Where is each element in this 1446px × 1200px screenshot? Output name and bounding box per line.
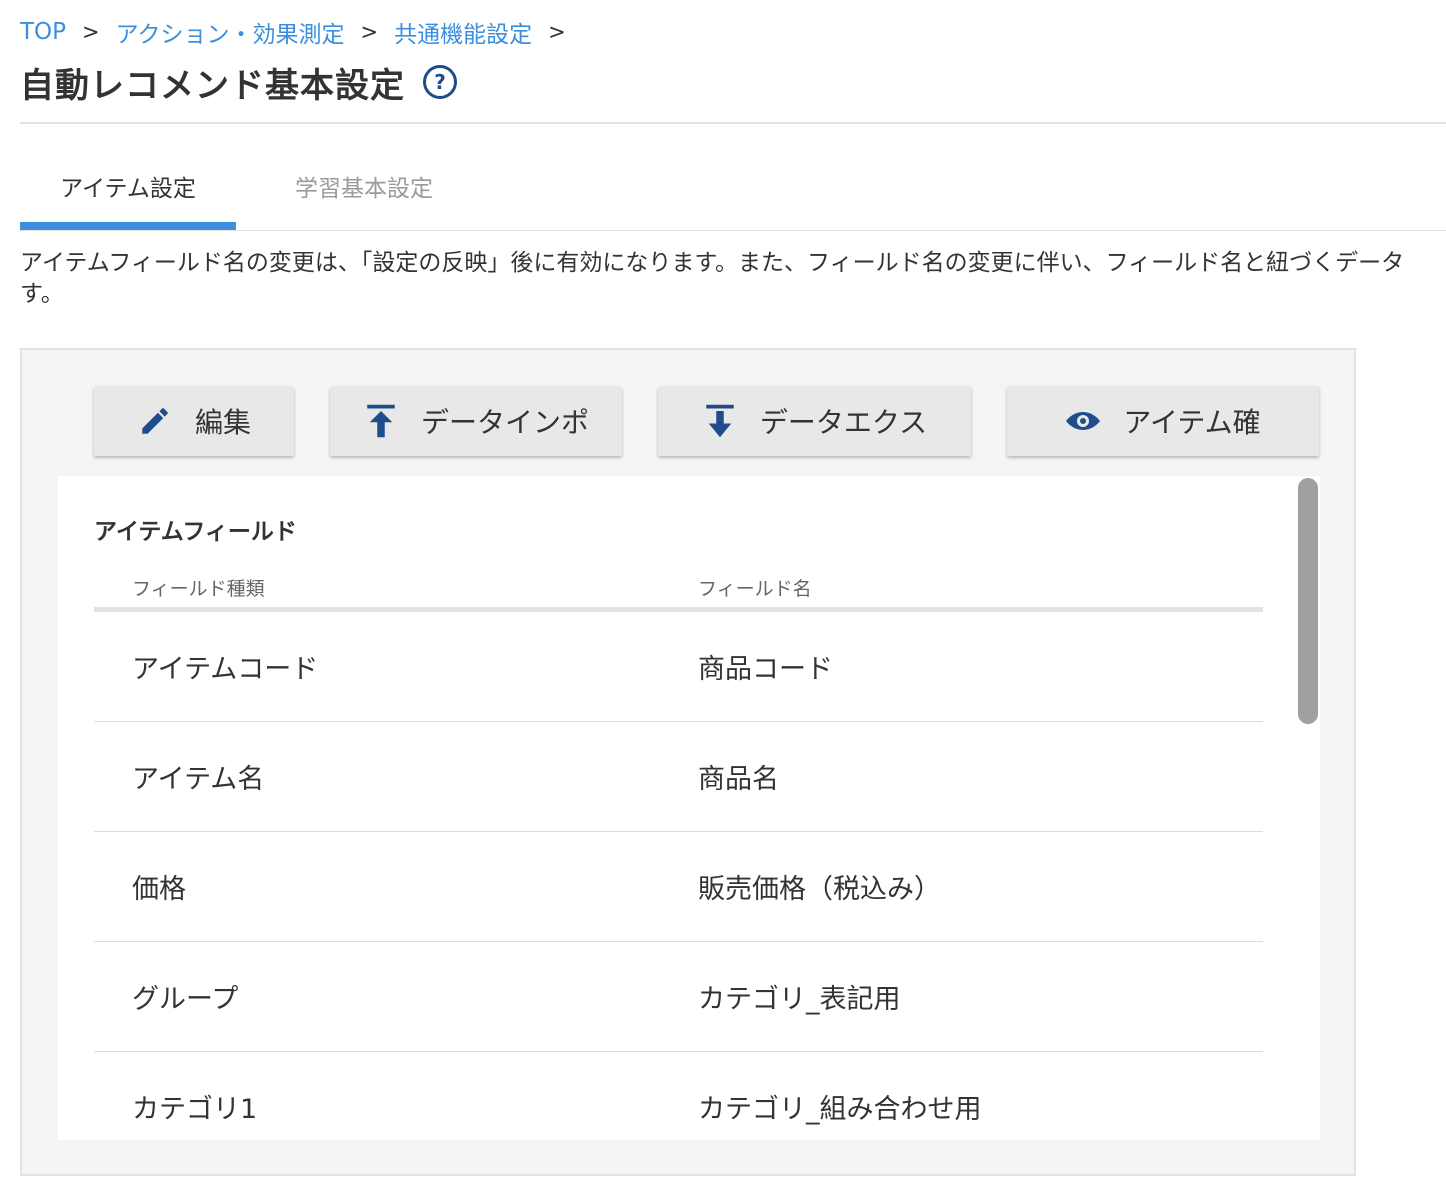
field-name-cell: 商品コード (698, 654, 833, 685)
eye-icon (1065, 403, 1101, 439)
data-export-button-label: データエクス (759, 406, 928, 439)
field-name-cell: 商品名 (698, 764, 779, 795)
field-type-cell: 価格 (132, 874, 186, 905)
data-export-button[interactable]: データエクス (658, 386, 971, 456)
edit-button[interactable]: 編集 (94, 386, 294, 456)
data-import-button-label: データインポ (420, 406, 589, 439)
field-type-cell: アイテム名 (132, 764, 265, 795)
upload-icon (363, 403, 399, 439)
field-table-body: アイテムコード 商品コード アイテム名 商品名 価格 販売価格（税込み） グルー… (94, 612, 1263, 1140)
item-confirm-button-label: アイテム確 (1123, 406, 1261, 439)
scrollbar-thumb[interactable] (1298, 478, 1318, 724)
title-row: 自動レコメンド基本設定 ? (20, 58, 457, 106)
tabs-divider (20, 230, 1446, 231)
page: TOP > アクション・効果測定 > 共通機能設定 > 自動レコメンド基本設定 … (0, 0, 1446, 1200)
active-tab-indicator (20, 222, 236, 230)
table-row: 価格 販売価格（税込み） (94, 832, 1263, 942)
table-row: アイテム名 商品名 (94, 722, 1263, 832)
field-type-cell: カテゴリ1 (132, 1094, 258, 1125)
title-divider (20, 122, 1446, 124)
download-icon (702, 403, 738, 439)
field-name-cell: カテゴリ_表記用 (698, 984, 901, 1015)
page-title: 自動レコメンド基本設定 (20, 65, 405, 106)
tab-bar: アイテム設定 学習基本設定 (20, 140, 1446, 232)
table-row: カテゴリ1 カテゴリ_組み合わせ用 (94, 1052, 1263, 1140)
breadcrumb-top-link[interactable]: TOP (20, 19, 66, 45)
table-row: グループ カテゴリ_表記用 (94, 942, 1263, 1052)
item-confirm-button[interactable]: アイテム確 (1007, 386, 1319, 456)
breadcrumb: TOP > アクション・効果測定 > 共通機能設定 > (20, 16, 582, 48)
field-type-cell: アイテムコード (132, 654, 319, 685)
breadcrumb-separator: > (360, 20, 379, 44)
data-import-button[interactable]: データインポ (330, 386, 622, 456)
breadcrumb-common-settings-link[interactable]: 共通機能設定 (394, 15, 532, 49)
notice-line-2: す。 (20, 281, 64, 307)
settings-panel: 編集 データインポ データエクス アイテム確 アイテムフィールド フィールド種類… (20, 348, 1356, 1176)
field-name-cell: カテゴリ_組み合わせ用 (698, 1094, 982, 1125)
notice-line-1: アイテムフィールド名の変更は、「設定の反映」後に有効になります。また、フィールド… (20, 250, 1405, 276)
pencil-icon (137, 403, 173, 439)
section-title: アイテムフィールド (94, 519, 297, 545)
help-icon[interactable]: ? (423, 65, 457, 99)
breadcrumb-separator: > (82, 20, 100, 44)
field-name-cell: 販売価格（税込み） (698, 874, 941, 905)
table-row: アイテムコード 商品コード (94, 612, 1263, 722)
column-header-field-type: フィールド種類 (132, 578, 265, 600)
field-type-cell: グループ (132, 984, 239, 1015)
breadcrumb-separator: > (548, 20, 566, 44)
tab-learning-settings[interactable]: 学習基本設定 (256, 140, 472, 232)
tab-item-settings[interactable]: アイテム設定 (20, 140, 236, 232)
edit-button-label: 編集 (194, 406, 251, 439)
breadcrumb-action-link[interactable]: アクション・効果測定 (116, 15, 345, 49)
column-header-field-name: フィールド名 (698, 578, 812, 600)
item-field-card: アイテムフィールド フィールド種類 フィールド名 アイテムコード 商品コード ア… (58, 476, 1320, 1140)
notice-text: アイテムフィールド名の変更は、「設定の反映」後に有効になります。また、フィールド… (20, 248, 1446, 310)
